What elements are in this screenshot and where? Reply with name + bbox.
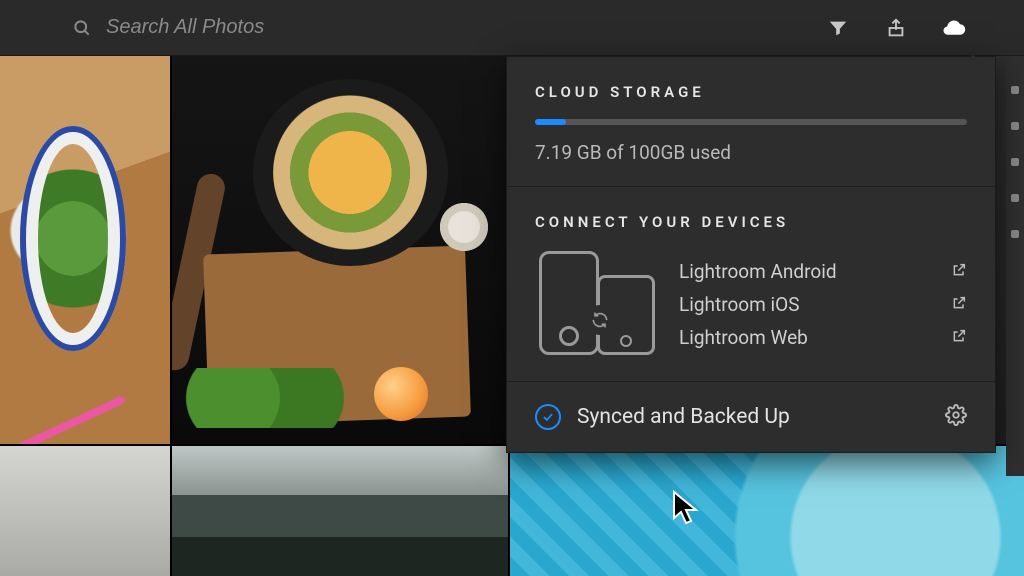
sync-settings-button[interactable] xyxy=(945,404,967,430)
filter-icon[interactable] xyxy=(826,16,850,40)
devices-title: CONNECT YOUR DEVICES xyxy=(535,213,967,231)
photo-thumbnail[interactable] xyxy=(0,56,170,444)
cloud-popover: CLOUD STORAGE 7.19 GB of 100GB used CONN… xyxy=(506,56,996,453)
device-link-web[interactable]: Lightroom Web xyxy=(679,326,967,349)
devices-illustration xyxy=(535,249,655,359)
rail-tool-icon[interactable] xyxy=(1011,86,1019,94)
device-link-label: Lightroom iOS xyxy=(679,293,799,316)
rail-tool-icon[interactable] xyxy=(1011,194,1019,202)
sync-icon xyxy=(585,305,615,335)
rail-tool-icon[interactable] xyxy=(1011,122,1019,130)
rail-tool-icon[interactable] xyxy=(1011,230,1019,238)
photo-thumbnail[interactable] xyxy=(172,446,508,576)
device-link-android[interactable]: Lightroom Android xyxy=(679,260,967,283)
rail-tool-icon[interactable] xyxy=(1011,158,1019,166)
storage-section: CLOUD STORAGE 7.19 GB of 100GB used xyxy=(507,57,995,187)
search-input[interactable] xyxy=(66,10,496,46)
storage-bar-fill xyxy=(535,119,566,125)
external-link-icon xyxy=(951,293,967,316)
photo-thumbnail[interactable] xyxy=(172,56,508,444)
device-link-ios[interactable]: Lightroom iOS xyxy=(679,293,967,316)
device-link-label: Lightroom Android xyxy=(679,260,837,283)
search-icon xyxy=(72,18,92,42)
storage-bar xyxy=(535,119,967,125)
device-link-label: Lightroom Web xyxy=(679,326,808,349)
cloud-icon[interactable] xyxy=(942,16,966,40)
external-link-icon xyxy=(951,326,967,349)
check-icon xyxy=(535,404,561,430)
devices-section: CONNECT YOUR DEVICES Lightroom Android L… xyxy=(507,187,995,382)
photo-thumbnail[interactable] xyxy=(510,446,1024,576)
sync-status-text: Synced and Backed Up xyxy=(577,405,929,429)
sync-status-row: Synced and Backed Up xyxy=(507,382,995,452)
storage-title: CLOUD STORAGE xyxy=(535,83,967,101)
app-root: CLOUD STORAGE 7.19 GB of 100GB used CONN… xyxy=(0,0,1024,576)
photo-thumbnail[interactable] xyxy=(0,446,170,576)
share-icon[interactable] xyxy=(884,16,908,40)
storage-usage-text: 7.19 GB of 100GB used xyxy=(535,141,967,164)
top-bar xyxy=(0,0,1024,56)
right-tool-rail xyxy=(1006,56,1024,476)
external-link-icon xyxy=(951,260,967,283)
